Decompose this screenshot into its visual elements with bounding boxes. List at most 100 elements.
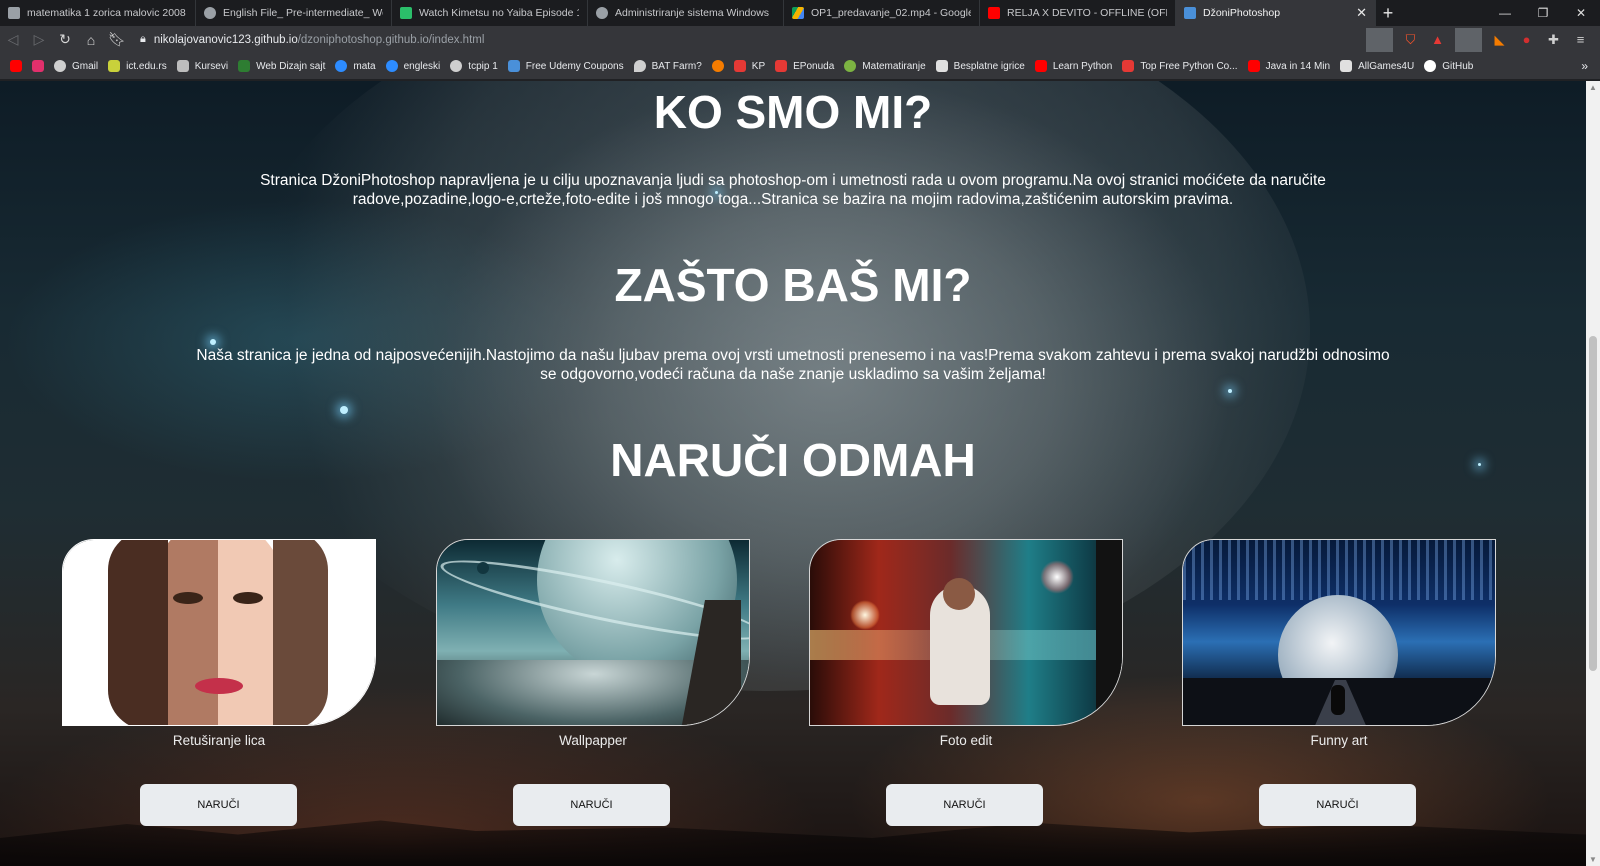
- about-text-line: Stranica DžoniPhotoshop napravljena je u…: [260, 172, 1326, 189]
- bookmark-web-dizajn[interactable]: Web Dizajn sajt: [238, 60, 325, 72]
- close-window-icon[interactable]: ✕: [1562, 0, 1600, 26]
- scrollbar-thumb[interactable]: [1589, 336, 1597, 671]
- scroll-down-icon[interactable]: ▼: [1589, 855, 1597, 864]
- leaf-icon: [238, 60, 251, 72]
- toolbar-extensions: ⛉ ▲ ◣ ● ✚ ≡: [1362, 27, 1600, 52]
- bookmark-bat-farm[interactable]: BAT Farm?: [633, 60, 702, 72]
- rewards-icon[interactable]: ▲: [1424, 28, 1451, 52]
- tab-matematika[interactable]: matematika 1 zorica malovic 2008 beo: [0, 0, 196, 26]
- tab-label: OP1_predavanje_02.mp4 - Google диск: [811, 7, 971, 19]
- back-icon[interactable]: ◁: [0, 27, 26, 53]
- page-scrollbar[interactable]: ▲ ▼: [1586, 81, 1600, 866]
- bookmark-youtube[interactable]: [10, 60, 22, 72]
- bookmark-instagram[interactable]: [32, 60, 44, 72]
- bookmark-label: EPonuda: [793, 60, 835, 72]
- bookmark-label: engleski: [403, 60, 441, 72]
- plane-icon: [1340, 60, 1353, 72]
- tab-dzoniphotoshop[interactable]: DžoniPhotoshop ✕: [1176, 0, 1376, 26]
- bookmark-label: Matematiranje: [862, 60, 926, 72]
- youtube-icon: [10, 60, 22, 72]
- folder-icon: [176, 60, 189, 72]
- tab-google-drive[interactable]: OP1_predavanje_02.mp4 - Google диск: [784, 0, 980, 26]
- bookmark-eponuda[interactable]: EPonuda: [775, 60, 834, 72]
- instagram-icon: [32, 60, 44, 72]
- bookmark-top-free-python[interactable]: Top Free Python Co...: [1122, 60, 1238, 72]
- about-text: Stranica DžoniPhotoshop napravljena je u…: [0, 171, 1586, 209]
- restore-icon[interactable]: ❐: [1524, 0, 1562, 26]
- service-image-retouch[interactable]: [62, 539, 376, 726]
- about-title: KO SMO MI?: [653, 86, 933, 138]
- globe-icon: [204, 7, 216, 19]
- page-icon: [8, 7, 20, 19]
- order-button-photo-edit[interactable]: NARUČI: [886, 784, 1043, 826]
- glow-star: [210, 339, 216, 345]
- address-bar[interactable]: 🔒︎ nikolajovanovic123.github.io/dzonipho…: [130, 28, 1362, 52]
- close-tab-icon[interactable]: ✕: [1356, 5, 1367, 21]
- bookmark-label: KP: [751, 60, 766, 72]
- new-tab-button[interactable]: +: [1376, 0, 1400, 26]
- scroll-up-icon[interactable]: ▲: [1589, 83, 1597, 92]
- tab-english-file[interactable]: English File_ Pre-intermediate_ Workb: [196, 0, 392, 26]
- home-icon[interactable]: ⌂: [78, 27, 104, 53]
- bookmark-gmail[interactable]: Gmail: [54, 60, 98, 72]
- service-image-photo-edit[interactable]: [809, 539, 1123, 726]
- bookmark-tcpip[interactable]: tcpip 1: [450, 60, 498, 72]
- bookmark-github[interactable]: GitHub: [1424, 60, 1473, 72]
- extension-red-icon[interactable]: ●: [1513, 28, 1540, 52]
- bookmark-page-icon[interactable]: 🔖︎: [104, 27, 130, 53]
- why-text: Naša stranica je jedna od najposvećeniji…: [0, 346, 1586, 384]
- tab-label: matematika 1 zorica malovic 2008 beo: [27, 7, 187, 19]
- forward-icon[interactable]: ▷: [26, 27, 52, 53]
- order-button-funny-art[interactable]: NARUČI: [1259, 784, 1416, 826]
- service-caption: Retuširanje lica: [172, 733, 266, 748]
- rss-icon[interactable]: ◣: [1486, 28, 1513, 52]
- rss-icon: [711, 60, 724, 72]
- youtube-icon: [1247, 60, 1260, 72]
- bookmark-udemy[interactable]: Free Udemy Coupons: [507, 60, 624, 72]
- tab-kimetsu[interactable]: Watch Kimetsu no Yaiba Episode 17 Er: [392, 0, 588, 26]
- menu-icon[interactable]: ≡: [1567, 28, 1594, 52]
- order-button-wallpaper[interactable]: NARUČI: [513, 784, 670, 826]
- extensions-puzzle-icon[interactable]: ✚: [1540, 28, 1567, 52]
- bookmark-allgames[interactable]: AllGames4U: [1340, 60, 1414, 72]
- bookmark-rss[interactable]: [711, 60, 724, 72]
- github-icon: [1424, 60, 1437, 72]
- page-icon: [507, 60, 520, 72]
- tab-youtube-relja[interactable]: RELJA X DEVITO - OFFLINE (OFFICIAL V: [980, 0, 1176, 26]
- game-icon: [935, 60, 948, 72]
- tab-label: Administriranje sistema Windows: [615, 7, 770, 19]
- bookmark-label: Top Free Python Co...: [1140, 60, 1238, 72]
- bookmark-learn-python[interactable]: Learn Python: [1034, 60, 1112, 72]
- face-photo: [63, 540, 375, 725]
- tab-administriranje[interactable]: Administriranje sistema Windows: [588, 0, 784, 26]
- bookmark-matematiranje[interactable]: Matematiranje: [844, 60, 926, 72]
- youtube-icon: [988, 7, 1000, 19]
- service-image-wallpaper[interactable]: [436, 539, 750, 726]
- reload-icon[interactable]: ↻: [52, 27, 78, 53]
- bookmark-besplatne-igrice[interactable]: Besplatne igrice: [935, 60, 1025, 72]
- bookmark-mata[interactable]: mata: [335, 60, 376, 72]
- bookmark-kursevi[interactable]: Kursevi: [176, 60, 228, 72]
- bookmark-label: Java in 14 Min: [1265, 60, 1331, 72]
- minimize-icon[interactable]: —: [1486, 0, 1524, 26]
- service-caption: Funny art: [1310, 733, 1368, 748]
- service-caption: Foto edit: [939, 733, 993, 748]
- more-bookmarks-icon[interactable]: »: [1581, 59, 1588, 73]
- why-text-line: se odgovorno,vodeći računa da naše znanj…: [540, 366, 1046, 383]
- tab-label: DžoniPhotoshop: [1203, 7, 1281, 19]
- moon-road-photo: [1183, 540, 1495, 725]
- brave-shield-icon[interactable]: ⛉: [1397, 28, 1424, 52]
- shield-icon: [400, 7, 412, 19]
- service-image-funny-art[interactable]: [1182, 539, 1496, 726]
- bookmark-ict[interactable]: ict.edu.rs: [108, 60, 167, 72]
- order-button-retouch[interactable]: NARUČI: [140, 784, 297, 826]
- bookmark-kp[interactable]: KP: [733, 60, 766, 72]
- bookmark-label: tcpip 1: [468, 60, 498, 72]
- tab-label: RELJA X DEVITO - OFFLINE (OFFICIAL V: [1007, 7, 1167, 19]
- bookmark-label: BAT Farm?: [651, 60, 702, 72]
- bookmark-engleski[interactable]: engleski: [385, 60, 441, 72]
- kp-icon: [733, 60, 746, 72]
- bookmark-label: Besplatne igrice: [953, 60, 1025, 72]
- planet-landscape-photo: [437, 540, 749, 725]
- bookmark-java[interactable]: Java in 14 Min: [1247, 60, 1331, 72]
